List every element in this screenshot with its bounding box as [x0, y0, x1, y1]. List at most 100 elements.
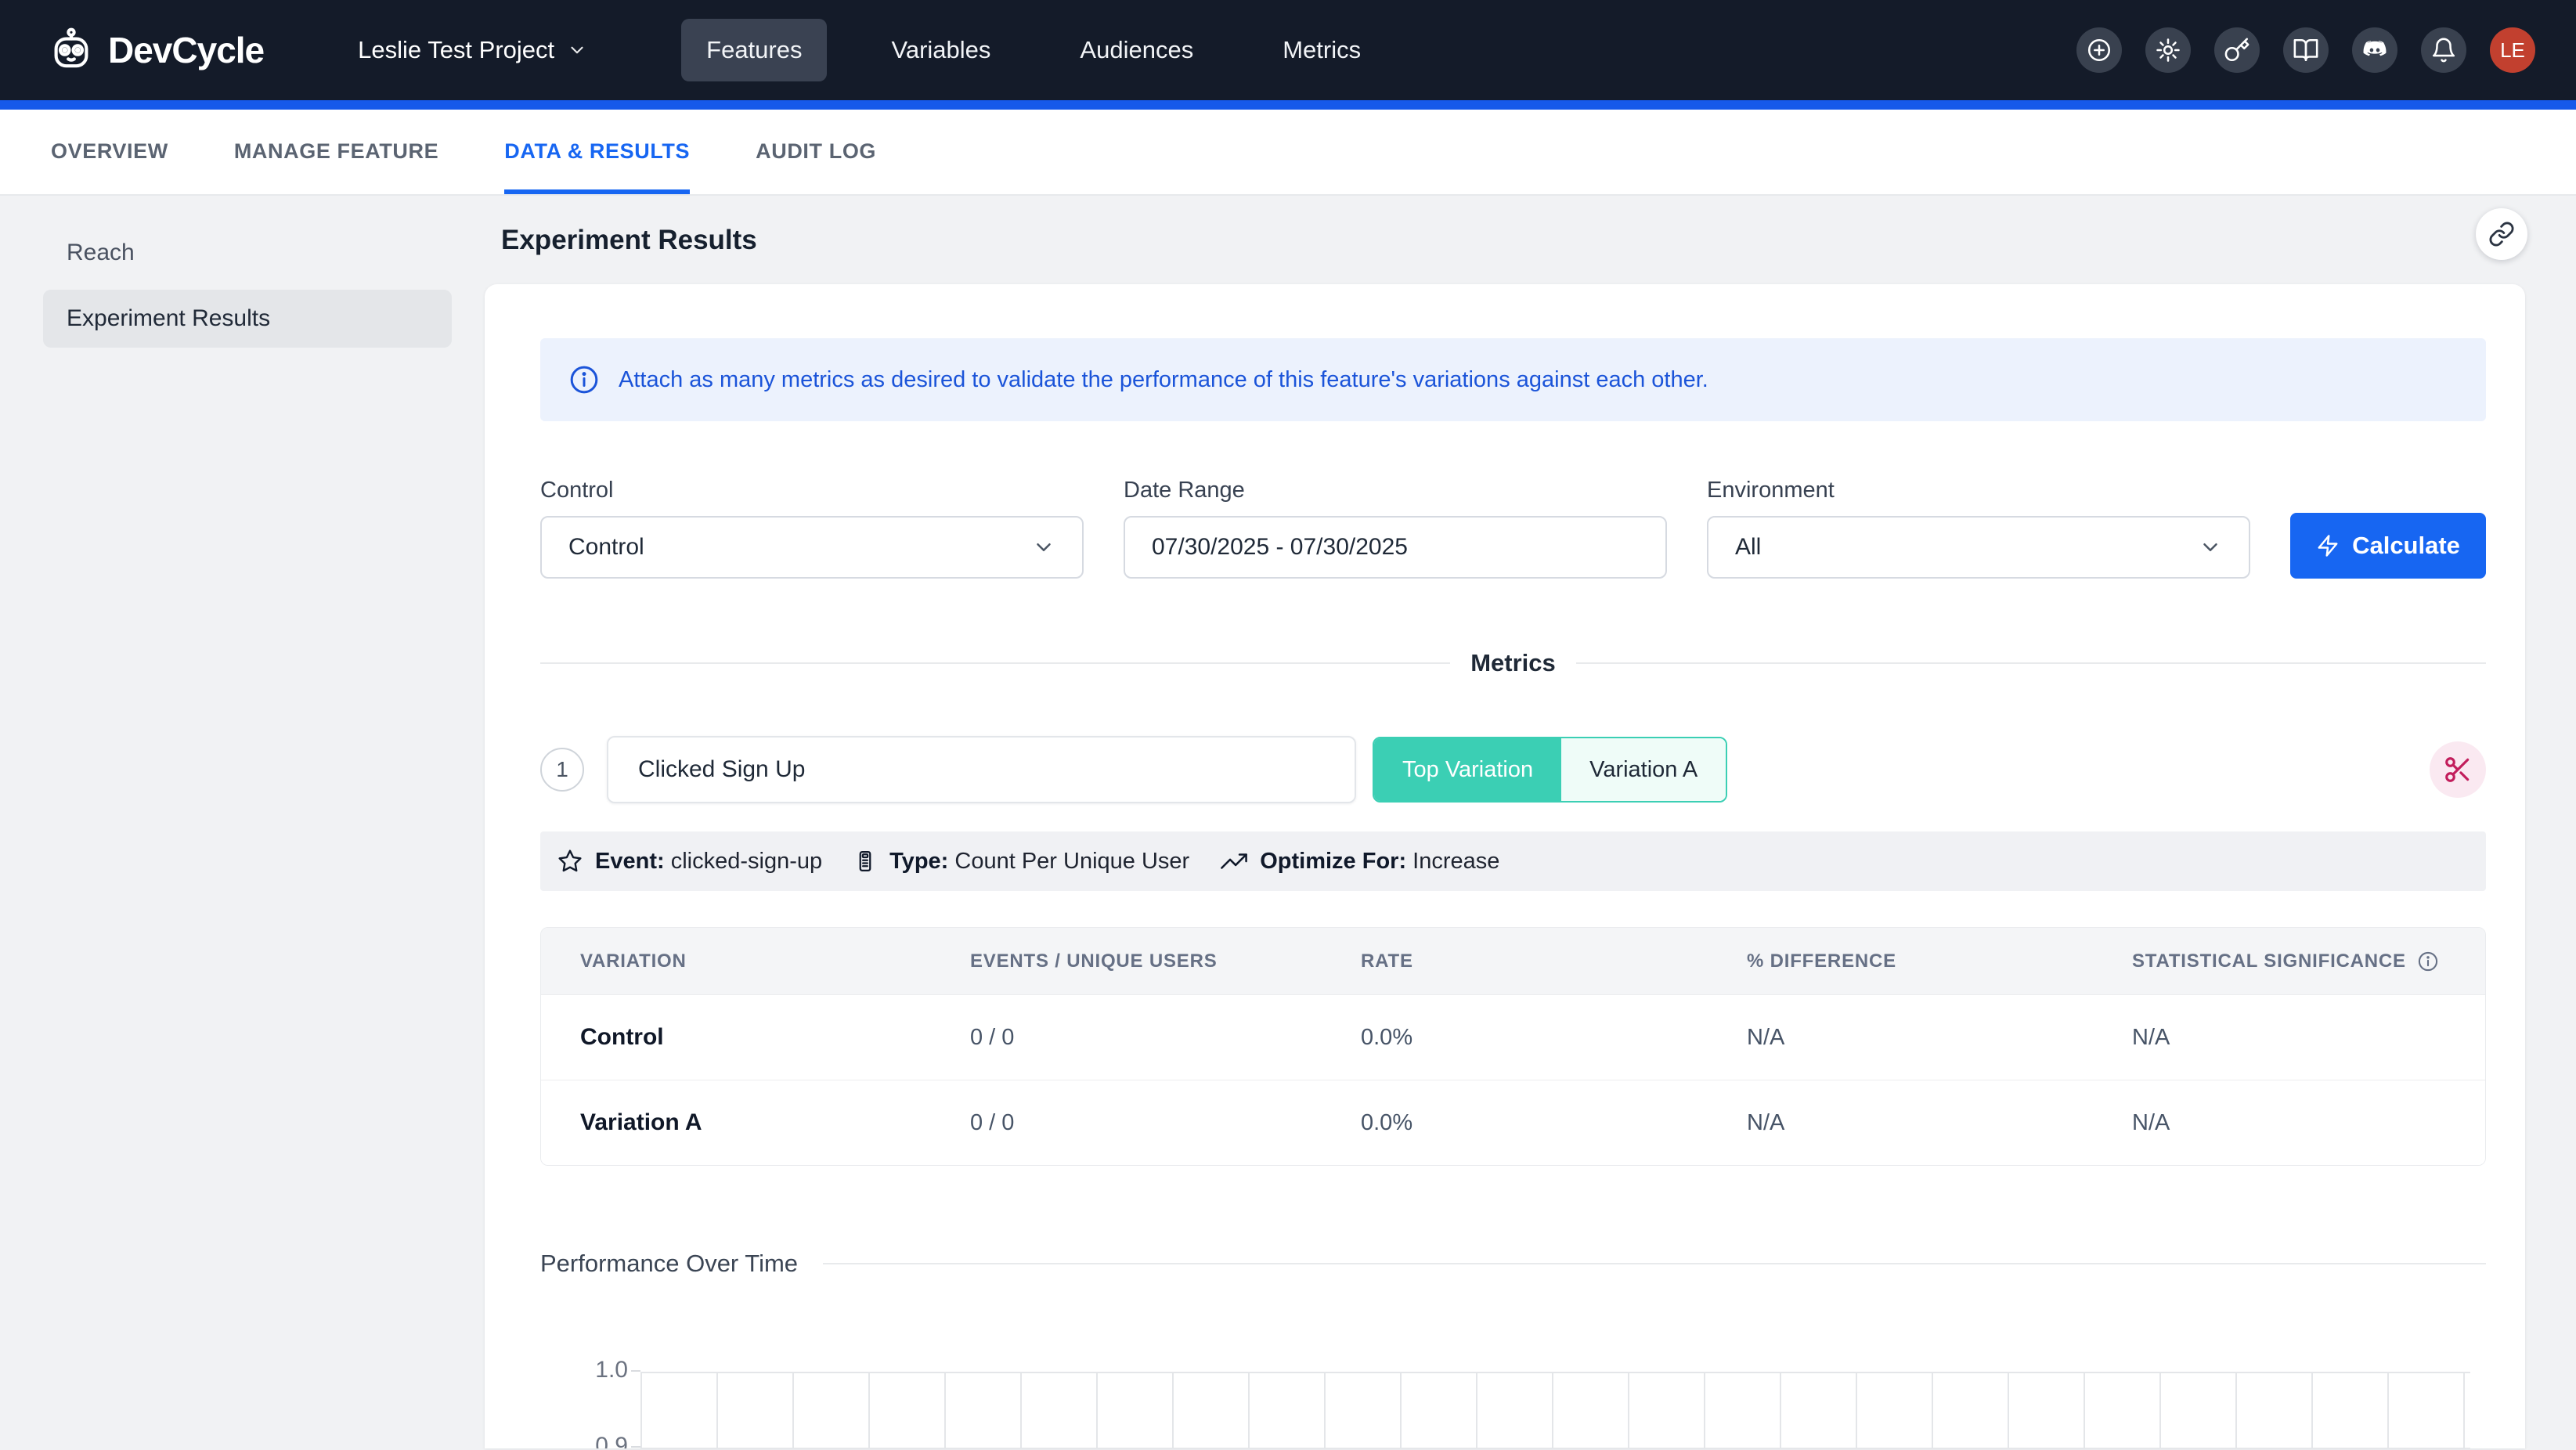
metrics-divider-label: Metrics — [1470, 649, 1556, 677]
trending-up-icon — [1221, 848, 1247, 875]
plus-circle-icon — [2086, 37, 2112, 63]
link-icon — [2488, 221, 2515, 247]
toggle-top-variation[interactable]: Top Variation — [1374, 738, 1561, 801]
calculate-wrap: Calculate — [2290, 478, 2486, 579]
filters-row: Control Control Date Range 07/30/2025 - … — [540, 478, 2486, 579]
col-rate: RATE — [1361, 950, 1747, 972]
devcycle-robot-icon — [47, 26, 96, 74]
nav-item-features[interactable]: Features — [681, 19, 827, 81]
col-percent-difference: % DIFFERENCE — [1747, 950, 2132, 972]
calculator-icon — [853, 849, 877, 873]
remove-metric-button[interactable] — [2430, 741, 2486, 798]
y-axis-tick-1: 1.0 — [557, 1357, 628, 1383]
calculate-button[interactable]: Calculate — [2290, 513, 2486, 579]
primary-nav: Features Variables Audiences Metrics — [681, 19, 1386, 81]
navbar-actions: LE — [2076, 27, 2535, 73]
section-rule — [823, 1263, 2486, 1264]
performance-title: Performance Over Time — [540, 1250, 798, 1278]
date-range-field-group: Date Range 07/30/2025 - 07/30/2025 — [1124, 478, 1667, 579]
optimize-label: Optimize For: — [1260, 849, 1406, 874]
gear-icon — [2155, 37, 2181, 63]
date-range-input[interactable]: 07/30/2025 - 07/30/2025 — [1124, 516, 1667, 579]
page-header: Experiment Results — [470, 196, 2576, 284]
user-avatar[interactable]: LE — [2490, 27, 2535, 73]
environment-field-group: Environment All — [1707, 478, 2250, 579]
top-navbar: DevCycle Leslie Test Project Features Va… — [0, 0, 2576, 100]
table-row-variation-a: Variation A 0 / 0 0.0% N/A N/A — [541, 1080, 2485, 1165]
environment-select[interactable]: All — [1707, 516, 2250, 579]
create-new-button[interactable] — [2076, 27, 2122, 73]
col-events-unique-users: EVENTS / UNIQUE USERS — [970, 950, 1361, 972]
settings-button[interactable] — [2145, 27, 2191, 73]
type-pair: Type: Count Per Unique User — [889, 849, 1189, 875]
feature-tabbar: OVERVIEW MANAGE FEATURE DATA & RESULTS A… — [0, 110, 2576, 196]
discord-icon — [2361, 36, 2389, 64]
cell-rate: 0.0% — [1361, 1110, 1747, 1136]
project-selector[interactable]: Leslie Test Project — [358, 36, 587, 64]
cell-variation: Control — [580, 1024, 970, 1051]
col-statistical-significance: STATISTICAL SIGNIFICANCE — [2132, 950, 2446, 972]
metric-name-input[interactable]: Clicked Sign Up — [607, 736, 1356, 803]
info-banner-text: Attach as many metrics as desired to val… — [619, 367, 1708, 393]
optimize-value: Increase — [1412, 849, 1499, 874]
control-select[interactable]: Control — [540, 516, 1084, 579]
environment-label: Environment — [1707, 478, 2250, 503]
cell-difference: N/A — [1747, 1025, 2132, 1051]
date-range-value: 07/30/2025 - 07/30/2025 — [1152, 534, 1408, 561]
cell-rate: 0.0% — [1361, 1025, 1747, 1051]
api-keys-button[interactable] — [2214, 27, 2260, 73]
nav-item-audiences[interactable]: Audiences — [1055, 19, 1218, 81]
tick-mark — [631, 1370, 640, 1372]
cell-variation: Variation A — [580, 1109, 970, 1136]
type-label: Type: — [889, 849, 948, 874]
chart-plot-area — [640, 1372, 2470, 1448]
sidebar-item-reach[interactable]: Reach — [43, 224, 452, 282]
key-icon — [2224, 37, 2250, 63]
variation-toggle: Top Variation Variation A — [1373, 737, 1727, 803]
y-tick-label: 1.0 — [595, 1357, 628, 1383]
date-range-label: Date Range — [1124, 478, 1667, 503]
toggle-variation-a[interactable]: Variation A — [1561, 738, 1726, 801]
metric-index-badge: 1 — [540, 748, 584, 792]
results-sidebar: Reach Experiment Results — [0, 196, 470, 1448]
bell-icon — [2430, 37, 2457, 63]
cell-difference: N/A — [1747, 1110, 2132, 1136]
metric-name-value: Clicked Sign Up — [638, 756, 805, 783]
page-title: Experiment Results — [501, 225, 757, 256]
metric-row: 1 Clicked Sign Up Top Variation Variatio… — [540, 736, 2486, 803]
tab-audit-log[interactable]: AUDIT LOG — [756, 110, 876, 194]
sidebar-item-experiment-results[interactable]: Experiment Results — [43, 290, 452, 348]
docs-button[interactable] — [2283, 27, 2329, 73]
metric-summary-bar: Event: clicked-sign-up Type: Count Per U… — [540, 831, 2486, 891]
metrics-divider: Metrics — [540, 649, 2486, 677]
event-pair: Event: clicked-sign-up — [595, 849, 822, 875]
tick-mark — [631, 1446, 640, 1448]
type-value: Count Per Unique User — [954, 849, 1189, 874]
chevron-down-icon — [1032, 536, 1055, 559]
nav-item-metrics[interactable]: Metrics — [1257, 19, 1386, 81]
devcycle-logo[interactable]: DevCycle — [47, 26, 264, 74]
table-row-control: Control 0 / 0 0.0% N/A N/A — [541, 994, 2485, 1080]
control-field-group: Control Control — [540, 478, 1084, 579]
table-header-row: VARIATION EVENTS / UNIQUE USERS RATE % D… — [541, 928, 2485, 994]
notifications-button[interactable] — [2421, 27, 2466, 73]
discord-button[interactable] — [2352, 27, 2397, 73]
book-open-icon — [2293, 37, 2319, 63]
environment-select-value: All — [1735, 534, 1761, 561]
cell-events: 0 / 0 — [970, 1110, 1361, 1136]
info-icon[interactable] — [2417, 950, 2439, 972]
nav-item-variables[interactable]: Variables — [866, 19, 1016, 81]
col-statistical-significance-label: STATISTICAL SIGNIFICANCE — [2132, 950, 2406, 972]
brand-wordmark: DevCycle — [108, 29, 264, 71]
tab-data-results[interactable]: DATA & RESULTS — [504, 110, 690, 194]
info-banner: Attach as many metrics as desired to val… — [540, 338, 2486, 421]
copy-link-button[interactable] — [2476, 208, 2527, 260]
accent-strip — [0, 100, 2576, 110]
tab-overview[interactable]: OVERVIEW — [51, 110, 168, 194]
optimize-pair: Optimize For: Increase — [1260, 849, 1499, 875]
experiment-results-card: Attach as many metrics as desired to val… — [485, 284, 2525, 1448]
control-select-value: Control — [568, 534, 644, 561]
scissors-icon — [2443, 755, 2473, 785]
main-panel: Experiment Results Attach as many metric… — [470, 196, 2576, 1448]
tab-manage-feature[interactable]: MANAGE FEATURE — [234, 110, 438, 194]
